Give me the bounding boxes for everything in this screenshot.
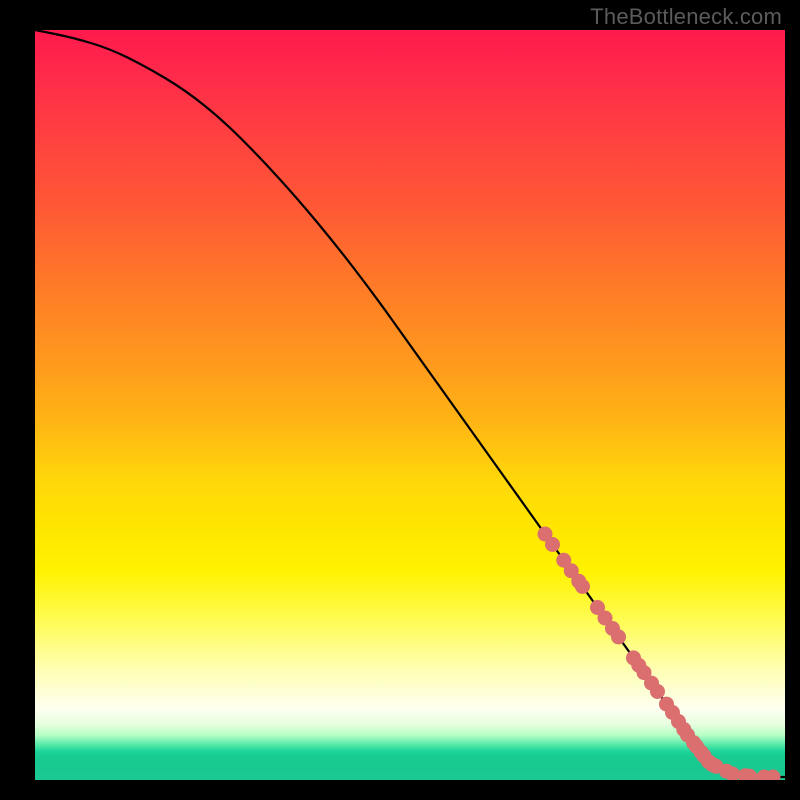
- data-points-group: [538, 527, 781, 781]
- data-point: [650, 684, 665, 699]
- data-point: [611, 629, 626, 644]
- chart-svg: [35, 30, 785, 780]
- chart-plot-area: [35, 30, 785, 780]
- data-point: [545, 537, 560, 552]
- watermark-text: TheBottleneck.com: [590, 4, 782, 30]
- bottleneck-curve: [35, 30, 785, 777]
- data-point: [575, 579, 590, 594]
